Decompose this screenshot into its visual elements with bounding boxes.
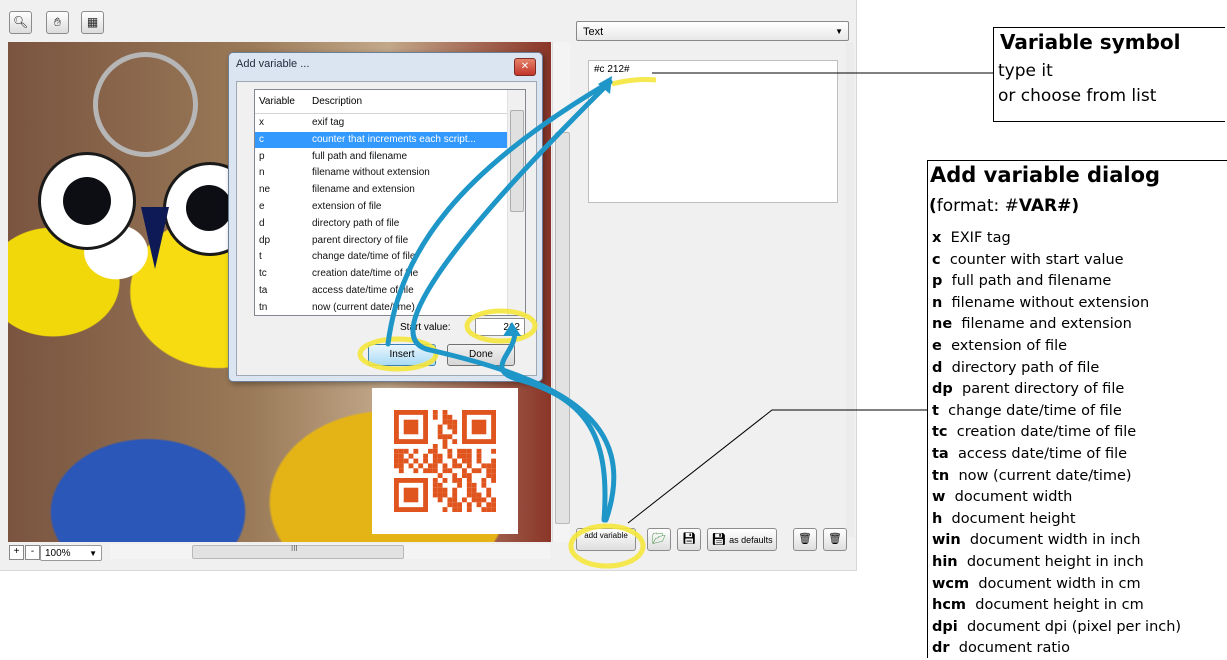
code-list-code: x [932, 230, 942, 246]
callout-line-1: type it [998, 61, 1053, 81]
code-list-code: w [932, 489, 946, 506]
code-list-code: hin [932, 553, 958, 570]
code-list-code: ne [932, 316, 953, 333]
code-list-desc: now (current date/time) [958, 467, 1132, 484]
pointer-line-dialog [627, 409, 927, 524]
code-list-code: dr [932, 640, 950, 657]
highlight-add-variable [568, 523, 646, 569]
code-list-desc: document height [951, 510, 1076, 527]
code-list-desc: EXIF tag [950, 230, 1011, 246]
code-list-item: tn now (current date/time) [932, 466, 1181, 488]
code-list-code: d [932, 359, 943, 376]
code-list-item: p full path and filename [932, 271, 1181, 293]
arrow-head-start [503, 322, 521, 336]
code-list-item: dp parent directory of file [932, 379, 1181, 401]
code-list-code: dpi [932, 618, 958, 635]
code-list-item: n filename without extension [932, 293, 1181, 315]
code-list-item: win document width in inch [932, 530, 1181, 552]
code-list-item: dpi document dpi (pixel per inch) [932, 617, 1181, 639]
code-list-desc: document dpi (pixel per inch) [966, 618, 1182, 635]
code-list-item: tc creation date/time of file [932, 422, 1181, 444]
highlight-text-value [611, 77, 657, 87]
highlight-start-value [464, 308, 538, 344]
code-list-item: h document height [932, 509, 1181, 531]
code-list-code: tn [932, 467, 950, 484]
code-list-desc: document width [954, 489, 1073, 506]
code-list-item: t change date/time of file [932, 401, 1181, 423]
code-list-item: dr document ratio [932, 638, 1181, 660]
callout-line-2: or choose from list [998, 86, 1157, 106]
code-list-code: win [932, 532, 961, 549]
code-list-item: e extension of file [932, 336, 1181, 358]
code-list-desc: filename and extension [961, 316, 1132, 333]
code-list-item: d directory path of file [932, 358, 1181, 380]
code-list-desc: directory path of file [951, 359, 1100, 376]
highlight-insert-button [357, 336, 439, 372]
code-list-desc: change date/time of file [948, 402, 1122, 419]
callout-title: Variable symbol [1000, 30, 1181, 54]
code-list-code: hcm [932, 597, 967, 614]
code-list-desc: full path and filename [951, 273, 1112, 290]
code-list-code: h [932, 510, 943, 527]
callout-title: Add variable dialog [930, 163, 1161, 187]
code-list-item: x EXIF tag [932, 228, 1181, 250]
code-list-desc: document width in cm [978, 575, 1141, 592]
code-list-desc: creation date/time of file [956, 424, 1137, 441]
code-list-item: ne filename and extension [932, 314, 1181, 336]
code-list-item: w document width [932, 487, 1181, 509]
code-list-desc: document height in cm [975, 597, 1144, 614]
code-list-desc: document width in inch [969, 532, 1141, 549]
code-list-item: c counter with start value [932, 250, 1181, 272]
code-list-desc: access date/time of file [957, 445, 1128, 462]
code-list-desc: filename without extension [951, 294, 1150, 311]
code-list-code: wcm [932, 575, 970, 592]
arrow-add-to-start [499, 327, 608, 523]
code-list-code: e [932, 337, 942, 354]
code-list-code: tc [932, 424, 948, 441]
code-list-desc: extension of file [951, 337, 1068, 354]
variable-code-list: x EXIF tag c counter with start value p fu… [932, 228, 1181, 660]
code-list-code: p [932, 273, 943, 290]
code-list-code: t [932, 402, 939, 419]
code-list-item: hcm document height in cm [932, 595, 1181, 617]
code-list-code: c [932, 251, 941, 268]
callout-format: (format: #VAR#) [929, 196, 1080, 216]
code-list-desc: document ratio [958, 640, 1070, 657]
code-list-code: dp [932, 381, 953, 398]
code-list-item: hin document height in inch [932, 552, 1181, 574]
code-list-item: ta access date/time of file [932, 444, 1181, 466]
code-list-code: ta [932, 445, 949, 462]
code-list-item: wcm document width in cm [932, 574, 1181, 596]
code-list-desc: parent directory of file [961, 381, 1125, 398]
code-list-desc: document height in inch [966, 553, 1144, 570]
code-list-desc: counter with start value [949, 251, 1124, 268]
code-list-code: n [932, 294, 943, 311]
